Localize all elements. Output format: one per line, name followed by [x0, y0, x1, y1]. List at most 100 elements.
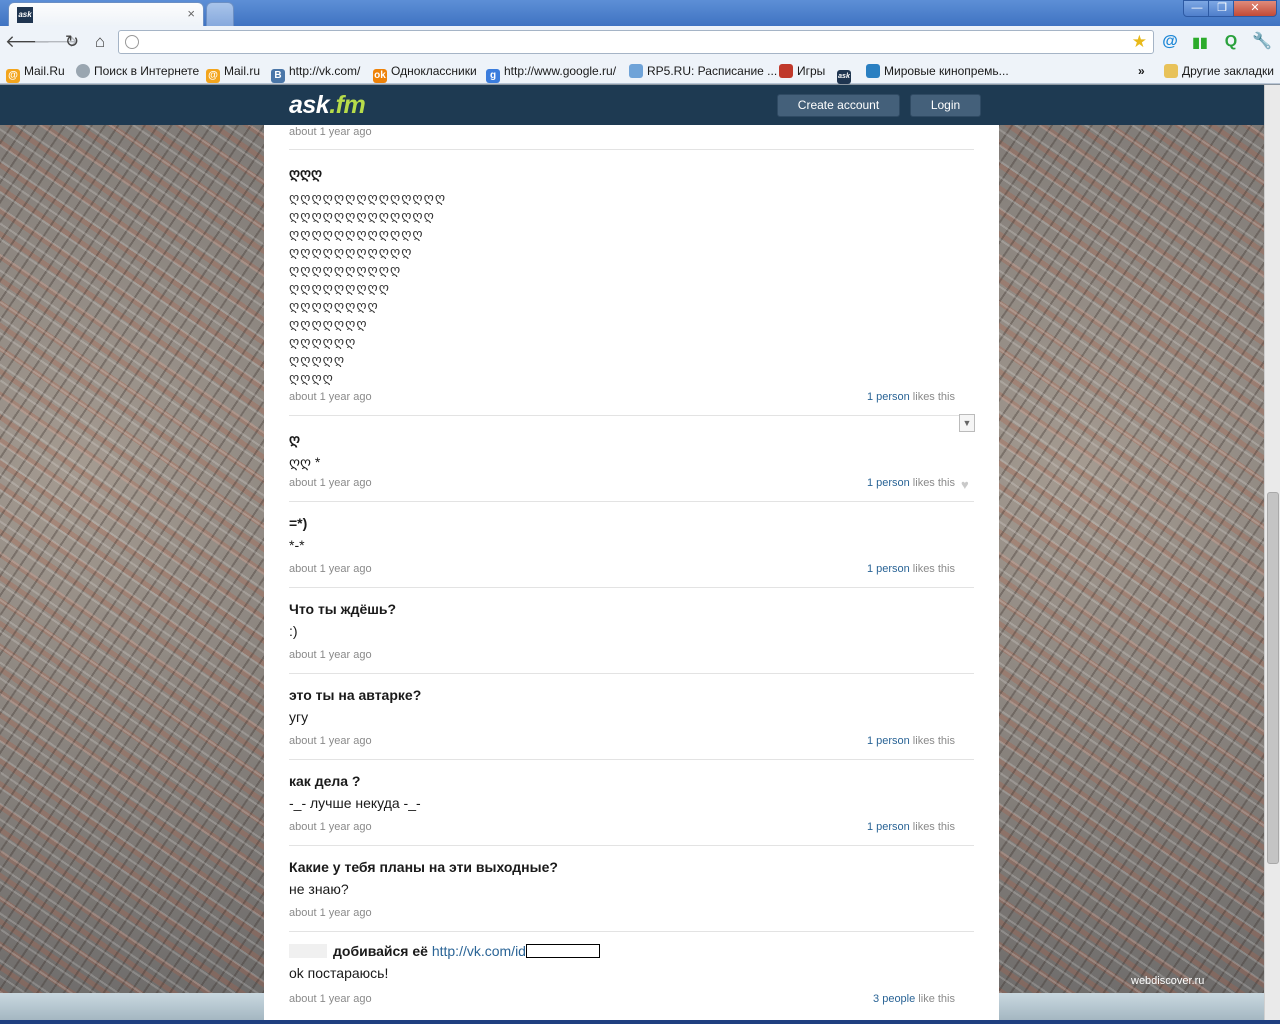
answer-line: ღღღღღღღღღღ — [289, 263, 402, 278]
likes-link[interactable]: 1 person — [867, 477, 910, 489]
address-bar[interactable]: ★ — [118, 30, 1154, 54]
entry-options-chevron-icon[interactable]: ▼ — [959, 414, 975, 432]
likes-link[interactable]: 1 person — [867, 735, 910, 747]
bookmark-label: http://vk.com/ — [289, 64, 361, 78]
bookmark-label: Мировые кинопремь... — [884, 64, 1009, 78]
likes-info: 1 person likes this — [867, 477, 955, 489]
bookmark-kinopremii[interactable]: Мировые кинопремь... — [866, 62, 1009, 80]
answer-text: ღღღღღღღღღღღღღღ ღღღღღღღღღღღღღ ღღღღღღღღღღღ… — [289, 190, 974, 388]
other-bookmarks-folder[interactable]: Другие закладки — [1164, 62, 1274, 80]
answer-item: это ты на автарке? угу about 1 year ago … — [289, 687, 974, 760]
likes-text: likes this — [909, 477, 955, 489]
reload-icon[interactable]: ↻ — [61, 31, 83, 53]
answer-text: не знаю? — [289, 881, 349, 897]
bookmark-odnoklassniki[interactable]: ok Одноклассники — [373, 62, 477, 83]
taskbar-edge — [0, 1020, 1280, 1024]
answer-item: =*) *-* about 1 year ago 1 person likes … — [289, 515, 974, 588]
wrench-menu-icon[interactable]: 🔧 — [1252, 32, 1272, 52]
close-tab-icon[interactable]: × — [187, 6, 195, 21]
likes-text: likes this — [909, 563, 955, 575]
blurred-asker-name — [289, 944, 327, 958]
rp5-icon — [629, 64, 643, 78]
answer-item: как дела ? -_- лучше некуда -_- about 1 … — [289, 773, 974, 846]
bookmark-rp5[interactable]: RP5.RU: Расписание ... — [629, 62, 777, 80]
bookmarks-bar: @ Mail.Ru Поиск в Интернете @ Mail.ru Bhtt… — [0, 58, 1280, 84]
city-background-left — [0, 125, 264, 993]
askfm-logo[interactable]: ask.fm — [289, 91, 366, 120]
answer-line: ღღღღღღღღღღღ — [289, 245, 413, 260]
mailru-agent-icon[interactable]: @ — [1160, 32, 1180, 52]
bookmark-games[interactable]: Игры — [779, 62, 825, 80]
question-text: ღღღ — [289, 165, 323, 181]
answer-time[interactable]: about 1 year ago — [289, 907, 372, 919]
bookmark-mailru-2[interactable]: @ Mail.ru — [206, 62, 260, 83]
answer-text: ღღ * — [289, 454, 321, 470]
likes-link[interactable]: 1 person — [867, 391, 910, 403]
likes-text: like this — [915, 993, 955, 1005]
answer-line: ღღღღღღ — [289, 335, 357, 350]
answer-time[interactable]: about 1 year ago — [289, 821, 372, 833]
bookmark-star-icon[interactable]: ★ — [1132, 32, 1147, 52]
question-text: Что ты ждёшь? — [289, 601, 397, 617]
answer-time[interactable]: about 1 year ago — [289, 477, 372, 489]
askfm-favicon-icon: ask — [17, 7, 33, 23]
browser-tab-askfm[interactable]: ask × — [8, 2, 204, 26]
likes-info: 1 person likes this — [867, 391, 955, 403]
folder-icon — [1164, 64, 1178, 78]
answer-time[interactable]: about 1 year ago — [289, 993, 372, 1005]
bookmark-vk[interactable]: Bhttp://vk.com/ — [271, 62, 361, 83]
bookmark-label: RP5.RU: Расписание ... — [647, 64, 778, 78]
answers-feed: about 1 year ago ღღღ ღღღღღღღღღღღღღღ ღღღღ… — [264, 125, 999, 1020]
minimize-window-button[interactable]: — — [1183, 0, 1211, 17]
home-icon[interactable]: ⌂ — [89, 31, 111, 53]
address-input[interactable] — [145, 33, 1125, 51]
likes-link[interactable]: 3 people — [873, 993, 915, 1005]
likes-link[interactable]: 1 person — [867, 821, 910, 833]
new-tab-button[interactable] — [206, 2, 234, 26]
answer-time: about 1 year ago — [289, 126, 372, 138]
vk-icon: B — [271, 69, 285, 83]
games-icon — [779, 64, 793, 78]
close-window-button[interactable]: ✕ — [1233, 0, 1277, 17]
answer-item: ღ ღღ * about 1 year ago 1 person likes t… — [289, 431, 974, 502]
likes-link[interactable]: 1 person — [867, 563, 910, 575]
like-heart-icon[interactable]: ♥ — [961, 477, 969, 492]
likes-info: 3 people like this — [873, 993, 955, 1005]
login-button[interactable]: Login — [910, 94, 981, 117]
bookmark-google[interactable]: g http://www.google.ru/ — [486, 62, 616, 83]
answer-line: ღღღღღ — [289, 353, 346, 368]
vk-profile-link[interactable]: http://vk.com/id — [432, 943, 526, 959]
dolphin-icon — [866, 64, 880, 78]
likes-text: likes this — [909, 821, 955, 833]
answer-item: добивайся её http://vk.com/id ok постара… — [289, 943, 974, 1020]
logo-suffix: .fm — [329, 91, 366, 119]
forward-arrow-icon[interactable]: 🡒 — [33, 31, 79, 53]
other-bookmarks-label: Другие закладки — [1182, 64, 1274, 78]
stats-bars-icon[interactable]: ▮▮ — [1190, 32, 1210, 52]
answer-time[interactable]: about 1 year ago — [289, 649, 372, 661]
divider — [289, 149, 974, 150]
answer-item: ღღღ ღღღღღღღღღღღღღღ ღღღღღღღღღღღღღ ღღღღღღღ… — [289, 165, 974, 416]
maximize-window-button[interactable]: ❐ — [1208, 0, 1236, 17]
extension-q-icon[interactable]: Q — [1221, 32, 1241, 52]
answer-text: -_- лучше некуда -_- — [289, 795, 421, 811]
scrollbar-thumb[interactable] — [1267, 492, 1279, 864]
redacted-box — [525, 944, 600, 958]
more-bookmarks-chevron-icon[interactable]: » — [1138, 62, 1145, 80]
bookmark-askfm[interactable]: ask — [837, 62, 855, 84]
back-arrow-icon[interactable]: 🡐 — [5, 31, 51, 53]
mailru-icon: @ — [6, 69, 20, 83]
globe-icon — [76, 64, 90, 78]
create-account-button[interactable]: Create account — [777, 94, 900, 117]
answer-time[interactable]: about 1 year ago — [289, 563, 372, 575]
question-text: ღ — [289, 431, 301, 447]
page-scrollbar[interactable] — [1264, 85, 1280, 1024]
bookmark-label: Игры — [797, 64, 826, 78]
bookmark-search[interactable]: Поиск в Интернете — [76, 62, 199, 80]
bookmark-mailru[interactable]: @ Mail.Ru — [6, 62, 65, 83]
askfm-icon: ask — [837, 70, 851, 84]
answer-time[interactable]: about 1 year ago — [289, 391, 372, 403]
question-text: Какие у тебя планы на эти выходные? — [289, 859, 558, 875]
answer-time[interactable]: about 1 year ago — [289, 735, 372, 747]
google-icon: g — [486, 69, 500, 83]
